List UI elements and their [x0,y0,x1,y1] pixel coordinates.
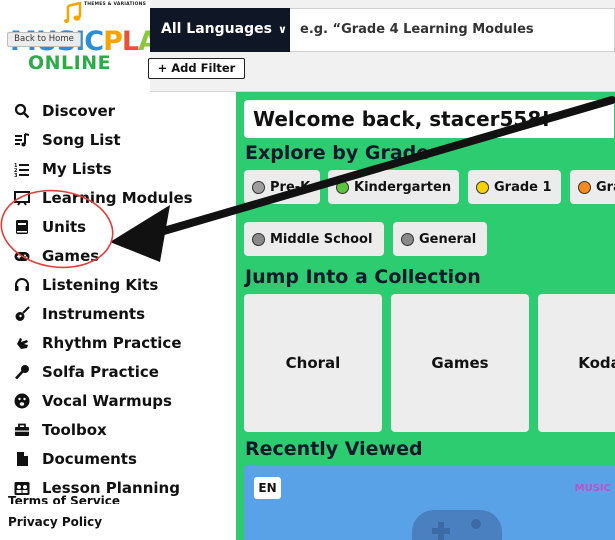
sidebar-item-label: Discover [42,101,116,120]
grade-chip-general[interactable]: General [393,222,487,256]
gamepad-icon [13,247,31,265]
grade-chip-label: Middle School [270,231,373,247]
chevron-down-icon: ∨ [277,23,287,36]
jump-into-collection-title: Jump Into a Collection [245,266,481,288]
music-list-icon [13,131,31,149]
grade-chip-label: General [419,231,477,247]
sidebar-item-label: Song List [42,130,121,149]
music-note-icon [64,2,82,23]
toolbox-icon [13,421,31,439]
language-select-label: All Languages [161,21,272,37]
grade-chip-label: Pre-K [270,179,311,195]
grade-chip-label: Grade 2 [596,179,615,195]
card-logo: MUSIC [574,483,611,494]
sidebar-item-documents[interactable]: Documents [0,444,236,473]
collection-card-kodaly[interactable]: Kodály [538,294,615,432]
sidebar-item-label: Solfa Practice [42,362,159,381]
document-icon [13,450,31,468]
sidebar-item-label: Learning Modules [42,188,193,207]
sidebar-item-song-list[interactable]: Song List [0,125,236,154]
sidebar-item-label: Toolbox [42,420,107,439]
sidebar-item-label: Rhythm Practice [42,333,182,352]
sidebar-item-discover[interactable]: Discover [0,96,236,125]
sidebar-item-vocal-warmups[interactable]: Vocal Warmups [0,386,236,415]
sidebar-item-label: Vocal Warmups [42,391,172,410]
grade-chip-prek[interactable]: Pre-K [244,170,320,204]
sidebar-item-units[interactable]: Units [0,212,236,241]
search-icon [13,102,31,120]
sidebar-item-solfa-practice[interactable]: Solfa Practice [0,357,236,386]
sidebar-item-label: My Lists [42,159,112,178]
grade-color-dot [252,180,265,194]
sidebar-item-label: Listening Kits [42,275,159,294]
language-select[interactable]: All Languages ∨ [150,8,290,52]
sidebar-item-label: Documents [42,449,137,468]
hand-icon [13,334,31,352]
welcome-banner: Welcome back, stacer558! [244,100,614,138]
add-filter-button[interactable]: + Add Filter [148,58,245,79]
grade-color-dot [578,180,591,194]
smile-icon [13,392,31,410]
grade-chip-grade-2[interactable]: Grade 2 [570,170,615,204]
terms-of-service-link[interactable]: Terms of Service [8,494,120,504]
grade-chip-middle-school[interactable]: Middle School [244,222,384,256]
logo-tagline: THEMES & VARIATIONS [84,2,147,7]
grade-chip-label: Grade 1 [494,179,552,195]
chalkboard-icon [13,189,31,207]
sidebar-item-instruments[interactable]: Instruments [0,299,236,328]
search-input[interactable]: e.g. “Grade 4 Learning Modules [290,8,615,52]
grade-color-dot [476,180,489,194]
grade-color-dot [401,232,414,246]
gamepad-icon [412,510,502,540]
grade-chip-label: Kindergarten [354,179,452,195]
grade-color-dot [336,180,349,194]
logo-online-text: ONLINE [28,52,112,74]
logo[interactable]: THEMES & VARIATIONS MUSICPLAY ONLINE Bac… [0,0,175,92]
recently-viewed-card[interactable]: EN MUSIC [244,465,615,540]
sidebar-item-rhythm-practice[interactable]: Rhythm Practice [0,328,236,357]
grade-color-dot [252,232,265,246]
svg-text:3: 3 [14,173,18,177]
recently-viewed-title: Recently Viewed [245,438,423,460]
microphone-icon [13,363,31,381]
sidebar-item-games[interactable]: Games [0,241,236,270]
main-content: Welcome back, stacer558! Explore by Grad… [236,92,615,540]
language-badge: EN [254,477,281,499]
sidebar-item-label: Units [42,217,87,236]
grade-chip-kindergarten[interactable]: Kindergarten [328,170,459,204]
sidebar-item-label: Games [42,246,100,265]
sidebar-item-label: Instruments [42,304,146,323]
collection-card-choral[interactable]: Choral [244,294,382,432]
explore-by-grade-title: Explore by Grade [245,142,430,164]
sidebar-item-toolbox[interactable]: Toolbox [0,415,236,444]
headphones-icon [13,276,31,294]
top-bar: THEMES & VARIATIONS MUSICPLAY ONLINE Bac… [0,0,615,92]
guitar-icon [13,305,31,323]
sidebar-item-learning-modules[interactable]: Learning Modules [0,183,236,212]
list-icon: 123 [13,160,31,178]
book-icon [13,218,31,236]
collection-card-games[interactable]: Games [391,294,529,432]
privacy-policy-link[interactable]: Privacy Policy [8,515,102,529]
sidebar-item-my-lists[interactable]: 123 My Lists [0,154,236,183]
grade-chip-grade-1[interactable]: Grade 1 [468,170,561,204]
sidebar-item-listening-kits[interactable]: Listening Kits [0,270,236,299]
back-to-home-button[interactable]: Back to Home [7,32,81,47]
sidebar: Discover Song List 123 My Lists Learning… [0,92,236,540]
